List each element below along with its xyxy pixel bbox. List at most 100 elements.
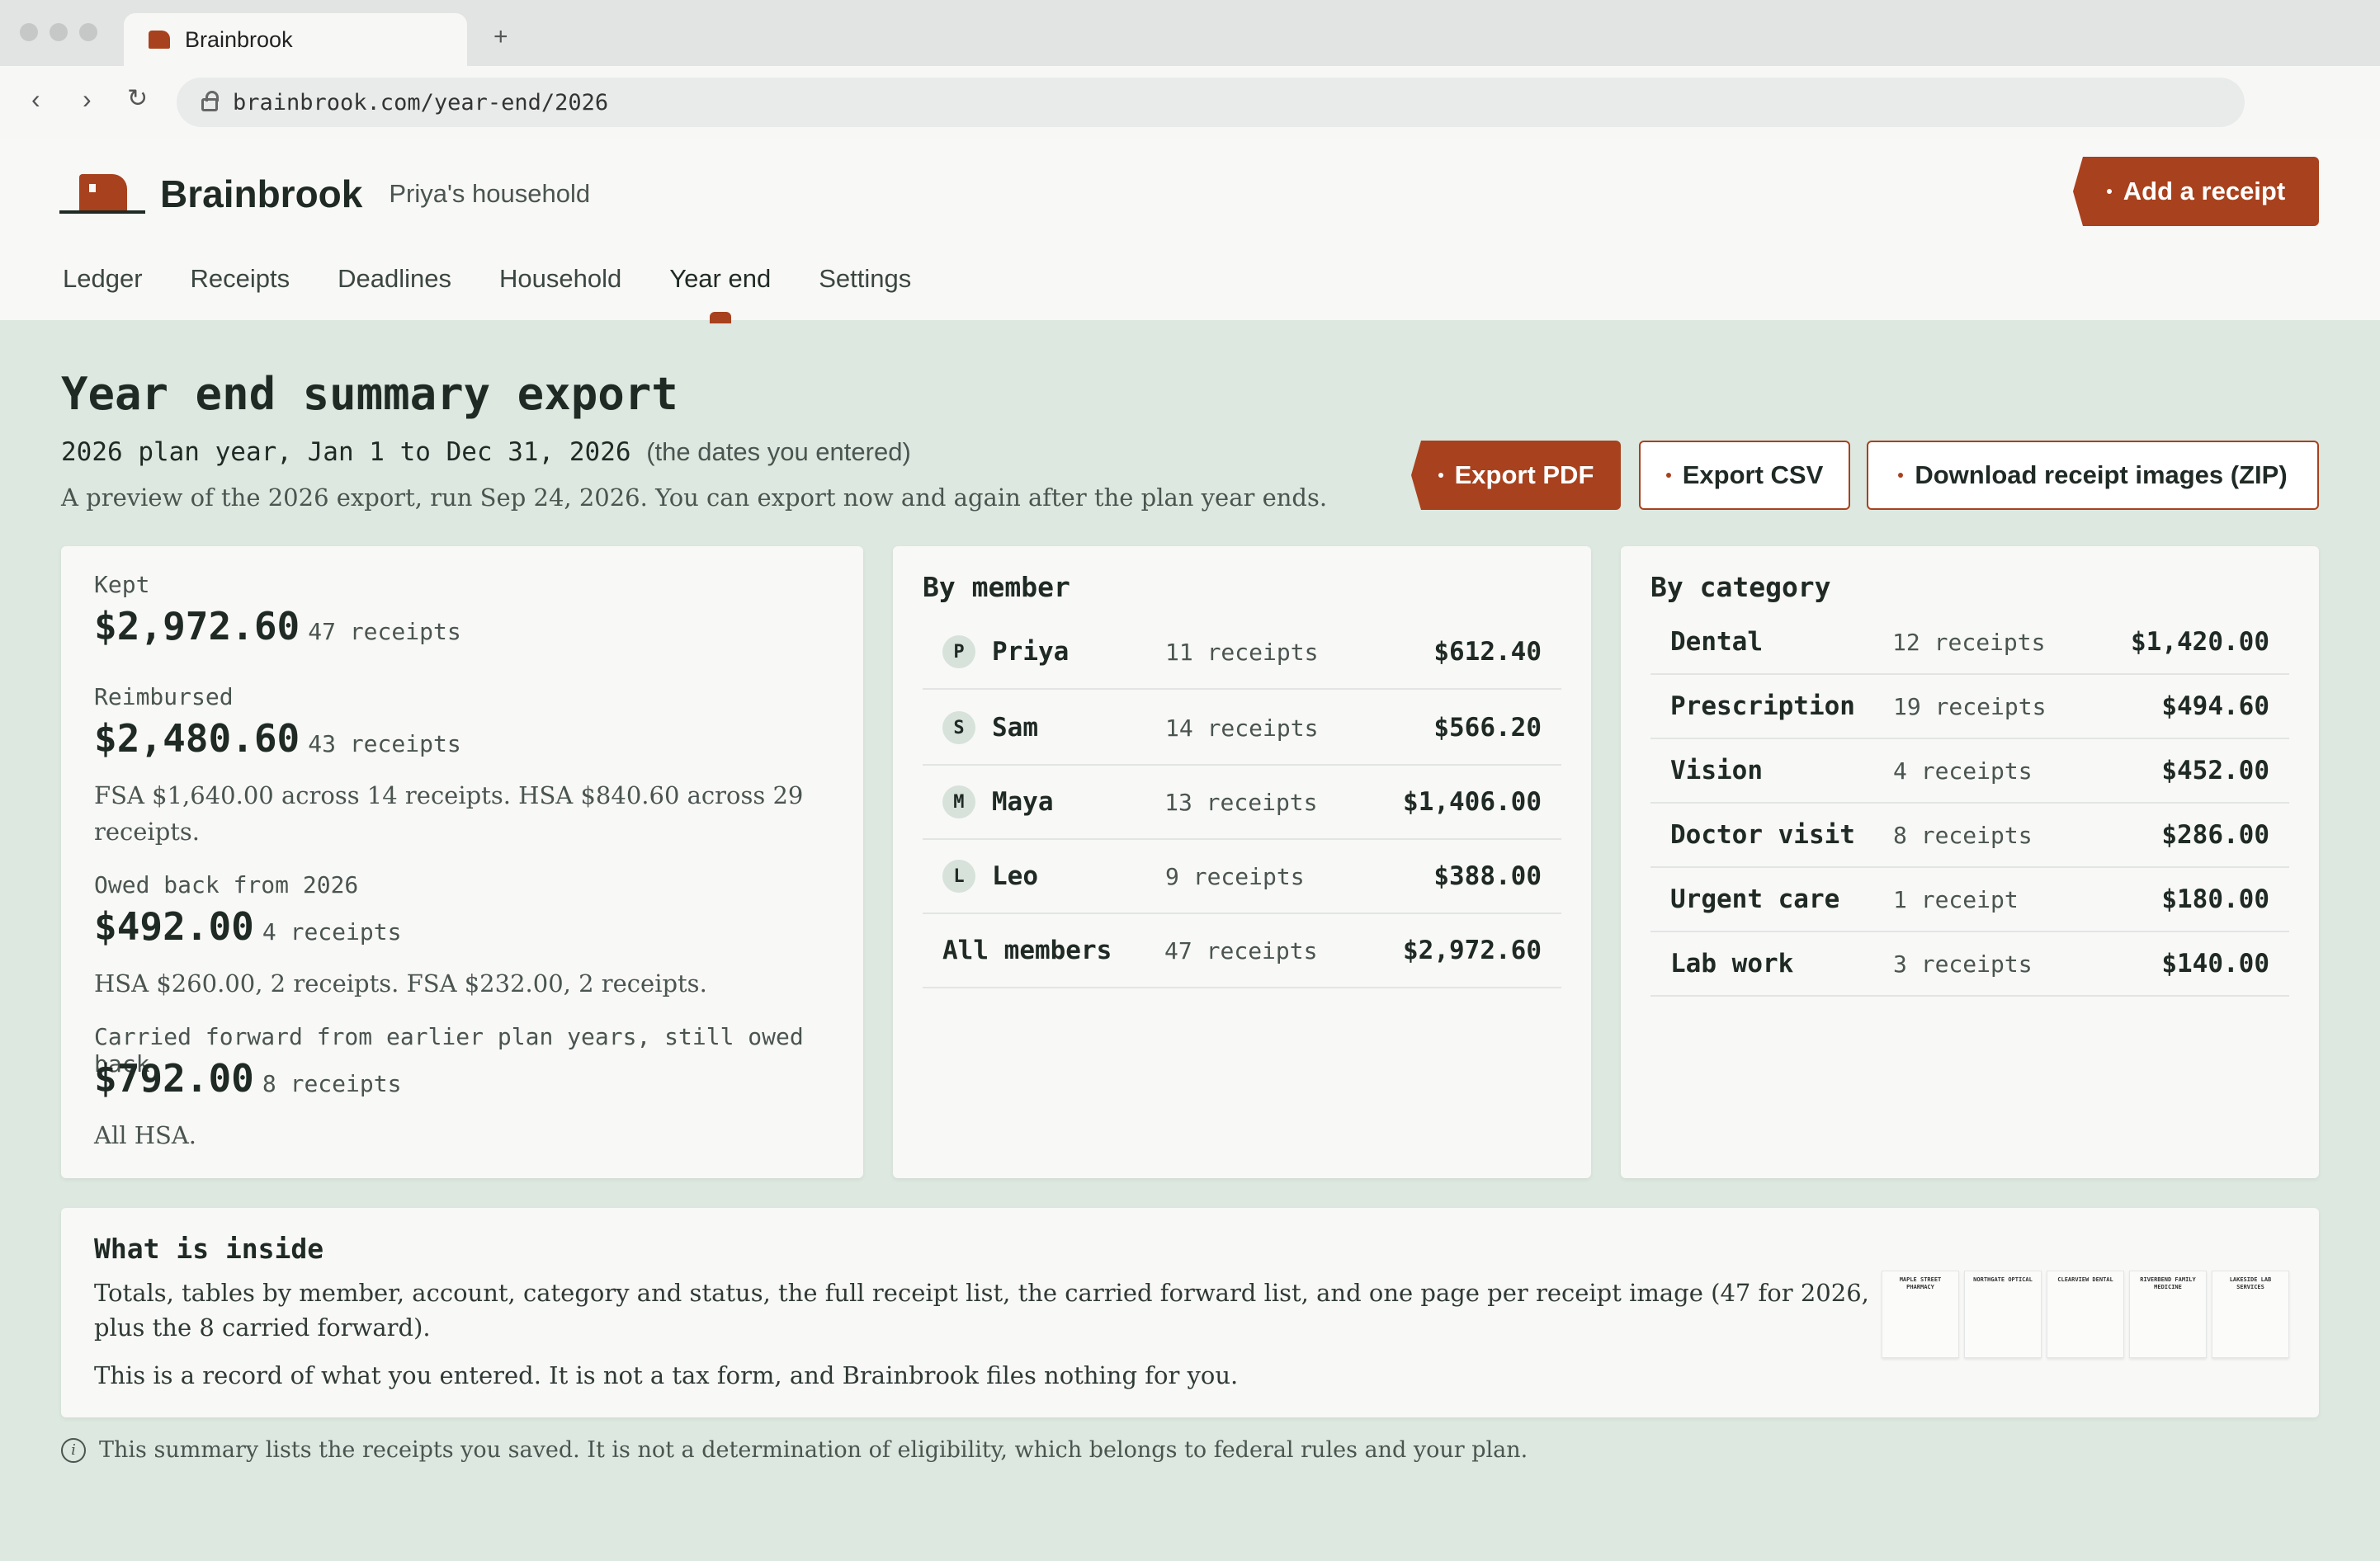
new-tab-button[interactable]: + bbox=[493, 23, 508, 51]
category-name: Doctor visit bbox=[1670, 820, 1855, 850]
household-name: Priya's household bbox=[389, 179, 591, 208]
add-receipt-button[interactable]: Add a receipt bbox=[2073, 157, 2319, 226]
close-window-dot[interactable] bbox=[20, 23, 38, 41]
add-receipt-label: Add a receipt bbox=[2123, 177, 2286, 205]
nav-settings[interactable]: Settings bbox=[819, 264, 911, 294]
category-amount: $494.60 bbox=[2161, 691, 2269, 721]
receipt-thumbnail[interactable]: CLEARVIEW DENTAL bbox=[2047, 1271, 2124, 1358]
category-amount: $180.00 bbox=[2161, 884, 2269, 914]
favicon-icon bbox=[149, 31, 170, 49]
category-row[interactable]: Doctor visit 8 receipts $286.00 bbox=[1650, 804, 2289, 868]
kept-value: $2,972.60 bbox=[94, 604, 300, 648]
dates-note: (the dates you entered) bbox=[646, 437, 911, 466]
thumbnail-title: RIVERBEND FAMILY MEDICINE bbox=[2140, 1276, 2196, 1290]
footer-note-text: This summary lists the receipts you save… bbox=[99, 1437, 1528, 1463]
by-category-title: By category bbox=[1650, 571, 1831, 603]
member-amount: $612.40 bbox=[1433, 637, 1542, 667]
member-name: Maya bbox=[991, 787, 1054, 817]
owed-count: 4 receipts bbox=[262, 918, 402, 946]
tab-title: Brainbrook bbox=[185, 26, 293, 52]
maximize-window-dot[interactable] bbox=[79, 23, 97, 41]
owed-total: $492.00 4 receipts bbox=[94, 904, 401, 949]
brand-logo[interactable]: Brainbrook Priya's household bbox=[59, 172, 590, 216]
category-amount: $452.00 bbox=[2161, 756, 2269, 785]
kept-count: 47 receipts bbox=[308, 618, 461, 645]
category-row[interactable]: Dental 12 receipts $1,420.00 bbox=[1650, 611, 2289, 675]
by-member-card: By member P Priya 11 receipts $612.40 S … bbox=[893, 546, 1591, 1178]
page-description: A preview of the 2026 export, run Sep 24… bbox=[61, 483, 1328, 512]
member-row[interactable]: M Maya 13 receipts $1,406.00 bbox=[923, 766, 1561, 840]
kept-total: $2,972.60 47 receipts bbox=[94, 604, 461, 648]
reimbursed-value: $2,480.60 bbox=[94, 716, 300, 761]
owed-value: $492.00 bbox=[94, 904, 254, 949]
avatar: M bbox=[942, 785, 975, 818]
category-count: 12 receipts bbox=[1892, 628, 2046, 656]
reload-icon[interactable]: ↻ bbox=[127, 84, 148, 113]
category-row[interactable]: Vision 4 receipts $452.00 bbox=[1650, 739, 2289, 804]
member-row[interactable]: P Priya 11 receipts $612.40 bbox=[923, 615, 1561, 690]
receipt-thumbnail[interactable]: NORTHGATE OPTICAL bbox=[1964, 1271, 2042, 1358]
carried-note: All HSA. bbox=[94, 1121, 197, 1149]
browser-chrome: Brainbrook + ‹ › ↻ brainbrook.com/year-e… bbox=[0, 0, 2380, 139]
export-pdf-button[interactable]: Export PDF bbox=[1411, 441, 1621, 510]
carried-value: $792.00 bbox=[94, 1056, 254, 1101]
tab-bar: Brainbrook + bbox=[0, 0, 2380, 66]
brand-name: Brainbrook bbox=[160, 172, 363, 215]
minimize-window-dot[interactable] bbox=[50, 23, 68, 41]
export-csv-button[interactable]: Export CSV bbox=[1639, 441, 1850, 510]
receipt-thumbnails: MAPLE STREET PHARMACY NORTHGATE OPTICAL … bbox=[1882, 1271, 2289, 1358]
what-is-inside-card: What is inside Totals, tables by member,… bbox=[61, 1208, 2319, 1417]
member-count: 9 receipts bbox=[1165, 862, 1305, 890]
member-amount: $1,406.00 bbox=[1403, 787, 1542, 817]
plan-year-dates: 2026 plan year, Jan 1 to Dec 31, 2026 (t… bbox=[61, 437, 911, 467]
download-zip-label: Download receipt images (ZIP) bbox=[1915, 460, 2288, 489]
nav-deadlines[interactable]: Deadlines bbox=[338, 264, 451, 294]
download-zip-button[interactable]: Download receipt images (ZIP) bbox=[1867, 441, 2319, 510]
kept-label: Kept bbox=[94, 571, 150, 598]
member-count: 11 receipts bbox=[1165, 638, 1319, 666]
export-pdf-label: Export PDF bbox=[1454, 460, 1594, 489]
category-name: Urgent care bbox=[1670, 884, 1840, 914]
receipt-thumbnail[interactable]: RIVERBEND FAMILY MEDICINE bbox=[2129, 1271, 2207, 1358]
nav-year-end[interactable]: Year end bbox=[669, 264, 771, 294]
forward-icon[interactable]: › bbox=[83, 84, 92, 115]
reimbursed-total: $2,480.60 43 receipts bbox=[94, 716, 461, 761]
browser-tab[interactable]: Brainbrook bbox=[124, 13, 467, 66]
category-count: 4 receipts bbox=[1893, 757, 2033, 785]
category-count: 1 receipt bbox=[1893, 885, 2019, 913]
member-total-amount: $2,972.60 bbox=[1403, 936, 1542, 965]
address-bar[interactable]: brainbrook.com/year-end/2026 bbox=[177, 78, 2245, 127]
member-row[interactable]: S Sam 14 receipts $566.20 bbox=[923, 691, 1561, 766]
category-row[interactable]: Lab work 3 receipts $140.00 bbox=[1650, 932, 2289, 997]
inside-disclaimer: This is a record of what you entered. It… bbox=[94, 1361, 1239, 1389]
receipt-thumbnail[interactable]: MAPLE STREET PHARMACY bbox=[1882, 1271, 1959, 1358]
member-name: Sam bbox=[992, 713, 1038, 743]
category-count: 3 receipts bbox=[1893, 950, 2033, 978]
category-name: Prescription bbox=[1670, 691, 1855, 721]
thumbnail-title: NORTHGATE OPTICAL bbox=[1973, 1276, 2033, 1283]
member-name: Priya bbox=[992, 637, 1070, 667]
inside-description: Totals, tables by member, account, categ… bbox=[94, 1279, 1869, 1342]
category-row[interactable]: Urgent care 1 receipt $180.00 bbox=[1650, 868, 2289, 932]
category-row[interactable]: Prescription 19 receipts $494.60 bbox=[1650, 675, 2289, 739]
member-row[interactable]: L Leo 9 receipts $388.00 bbox=[923, 840, 1561, 914]
back-icon[interactable]: ‹ bbox=[31, 84, 40, 115]
avatar: S bbox=[942, 711, 975, 744]
category-count: 19 receipts bbox=[1893, 692, 2047, 720]
member-total-name: All members bbox=[942, 936, 1112, 965]
thumbnail-title: LAKESIDE LAB SERVICES bbox=[2229, 1276, 2272, 1290]
page-title: Year end summary export bbox=[61, 368, 678, 420]
bullet-icon bbox=[1438, 473, 1443, 478]
category-name: Dental bbox=[1670, 627, 1763, 657]
nav-receipts[interactable]: Receipts bbox=[191, 264, 290, 294]
reimbursed-note: FSA $1,640.00 across 14 receipts. HSA $8… bbox=[94, 781, 804, 846]
nav-household[interactable]: Household bbox=[499, 264, 621, 294]
receipt-thumbnail[interactable]: LAKESIDE LAB SERVICES bbox=[2212, 1271, 2289, 1358]
category-count: 8 receipts bbox=[1893, 821, 2033, 849]
member-total-count: 47 receipts bbox=[1164, 936, 1318, 964]
member-total-row: All members 47 receipts $2,972.60 bbox=[923, 914, 1561, 988]
nav-ledger[interactable]: Ledger bbox=[63, 264, 143, 294]
thumbnail-title: CLEARVIEW DENTAL bbox=[2057, 1276, 2113, 1283]
carried-count: 8 receipts bbox=[262, 1070, 402, 1097]
avatar: P bbox=[942, 635, 975, 668]
